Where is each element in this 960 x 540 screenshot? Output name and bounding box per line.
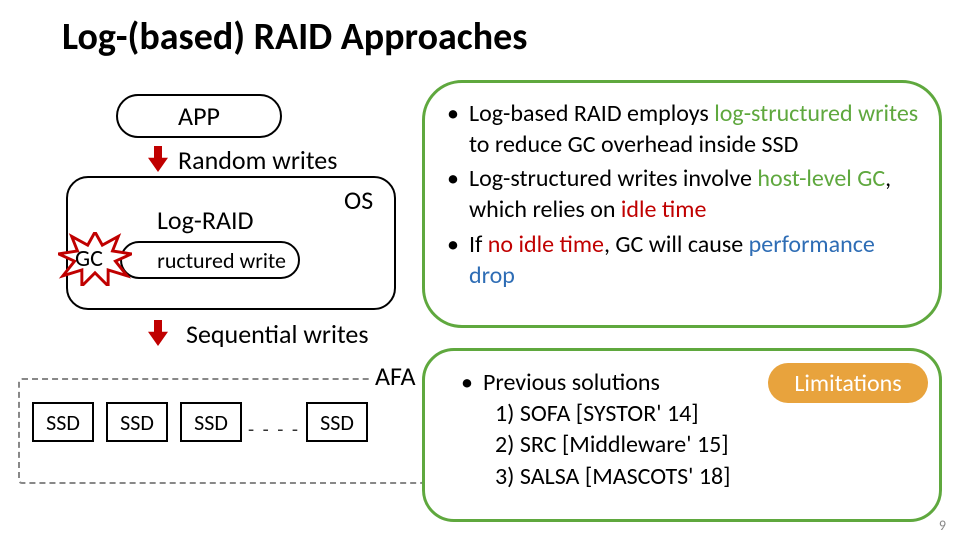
bullet-item: If no idle time, GC will cause performan… [447,230,921,291]
sequential-writes-label: Sequential writes [186,318,369,350]
arrow-down-icon [148,320,168,346]
app-box: APP [116,94,282,138]
bullet-item: Log-based RAID employs log-structured wr… [447,99,921,160]
random-writes-label: Random writes [178,144,337,176]
os-label: OS [344,184,373,216]
afa-label: AFA [371,360,420,392]
limitations-badge: Limitations [768,363,928,403]
description-bubble: Log-based RAID employs log-structured wr… [422,80,942,328]
arrow-down-icon [148,146,168,172]
ssd-box: SSD [180,402,242,442]
structured-write-box: ructured write [120,241,300,279]
solution-item: 3) SALSA [MASCOTS' 18] [461,461,919,492]
log-raid-label: Log-RAID [157,204,254,236]
slide-title: Log-(based) RAID Approaches [62,14,527,60]
ellipsis-icon: - - - - [248,418,300,442]
ssd-box: SSD [32,402,94,442]
ssd-box: SSD [106,402,168,442]
page-number: 9 [939,517,946,534]
slide: Log-(based) RAID Approaches APP Random w… [0,0,960,540]
bullet-item: Log-structured writes involve host-level… [447,164,921,225]
gc-label: GC [75,244,103,273]
solution-item: 2) SRC [Middleware' 15] [461,429,919,460]
ssd-box: SSD [306,402,368,442]
